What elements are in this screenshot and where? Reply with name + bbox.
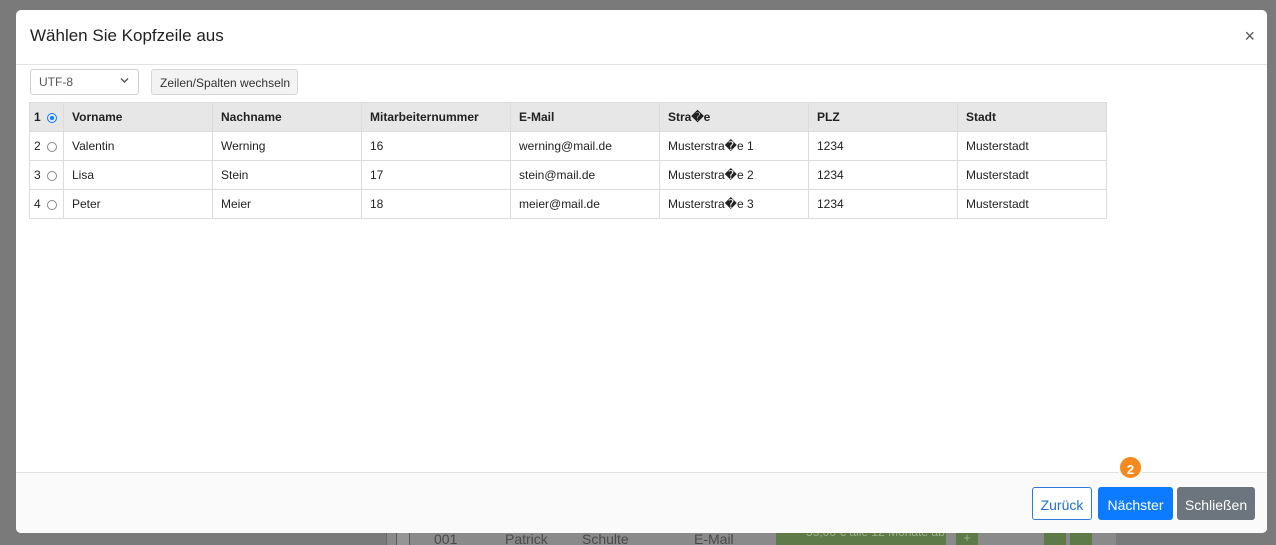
encoding-value: UTF-8: [39, 75, 73, 89]
row-number: 1: [29, 102, 47, 132]
close-icon[interactable]: ×: [1244, 26, 1255, 46]
radio-selected-icon[interactable]: [46, 112, 57, 123]
table-cell: Musterstadt: [957, 160, 1107, 190]
table-cell: Valentin: [63, 131, 213, 161]
row-radio[interactable]: [46, 189, 64, 219]
table-cell: werning@mail.de: [510, 131, 660, 161]
table-cell: 18: [361, 189, 511, 219]
table-cell: 1234: [808, 160, 958, 190]
radio-icon[interactable]: [46, 170, 57, 181]
table-cell: Werning: [212, 131, 362, 161]
back-button[interactable]: Zurück: [1032, 487, 1092, 520]
column-header: Nachname: [212, 102, 362, 132]
table-cell: meier@mail.de: [510, 189, 660, 219]
table-cell: Meier: [212, 189, 362, 219]
table-cell: Musterstra�e 3: [659, 189, 809, 219]
table-cell: 17: [361, 160, 511, 190]
table-cell: Musterstadt: [957, 131, 1107, 161]
table-row: 3 Lisa Stein 17 stein@mail.de Musterstra…: [29, 160, 1107, 190]
table-cell: 1234: [808, 189, 958, 219]
encoding-select[interactable]: UTF-8: [30, 69, 139, 95]
table-cell: Stein: [212, 160, 362, 190]
table-row: 4 Peter Meier 18 meier@mail.de Musterstr…: [29, 189, 1107, 219]
next-button[interactable]: Nächster: [1098, 487, 1173, 520]
column-header: PLZ: [808, 102, 958, 132]
modal-title: Wählen Sie Kopfzeile aus: [30, 26, 224, 45]
row-number: 3: [29, 160, 47, 190]
table-cell: 1234: [808, 131, 958, 161]
column-header: Stadt: [957, 102, 1107, 132]
background-row-id: 001: [434, 531, 458, 545]
background-email: E-Mail: [694, 531, 734, 545]
swap-rows-columns-button[interactable]: Zeilen/Spalten wechseln: [151, 69, 299, 95]
background-row-checkbox: [396, 532, 410, 545]
table-cell: stein@mail.de: [510, 160, 660, 190]
header-preview-table: 1 Vorname Nachname Mitarbeiternummer E-M…: [29, 102, 1107, 219]
table-header-row: 1 Vorname Nachname Mitarbeiternummer E-M…: [29, 102, 1107, 132]
table-cell: Musterstra�e 2: [659, 160, 809, 190]
table-cell: Musterstadt: [957, 189, 1107, 219]
close-button[interactable]: Schließen: [1177, 487, 1255, 520]
table-cell: Musterstra�e 1: [659, 131, 809, 161]
table-cell: Peter: [63, 189, 213, 219]
table-cell: Lisa: [63, 160, 213, 190]
column-header: Vorname: [63, 102, 213, 132]
row-radio[interactable]: [46, 160, 64, 190]
row-number: 2: [29, 131, 47, 161]
background-last-name: Schulte: [582, 531, 629, 545]
column-header: Stra�e: [659, 102, 809, 132]
column-header: Mitarbeiternummer: [361, 102, 511, 132]
table-cell: 16: [361, 131, 511, 161]
header-select-modal: Wählen Sie Kopfzeile aus × UTF-8 Zeilen/…: [16, 10, 1267, 533]
background-first-name: Patrick: [505, 531, 548, 545]
modal-header: Wählen Sie Kopfzeile aus ×: [16, 10, 1267, 65]
column-header: E-Mail: [510, 102, 660, 132]
header-radio[interactable]: [46, 102, 64, 132]
modal-footer: Zurück Nächster Schließen: [16, 472, 1267, 533]
table-row: 2 Valentin Werning 16 werning@mail.de Mu…: [29, 131, 1107, 161]
chevron-down-icon: [120, 76, 129, 86]
row-radio[interactable]: [46, 131, 64, 161]
radio-icon[interactable]: [46, 199, 57, 210]
row-number: 4: [29, 189, 47, 219]
step-badge: 2: [1118, 455, 1143, 480]
radio-icon[interactable]: [46, 141, 57, 152]
